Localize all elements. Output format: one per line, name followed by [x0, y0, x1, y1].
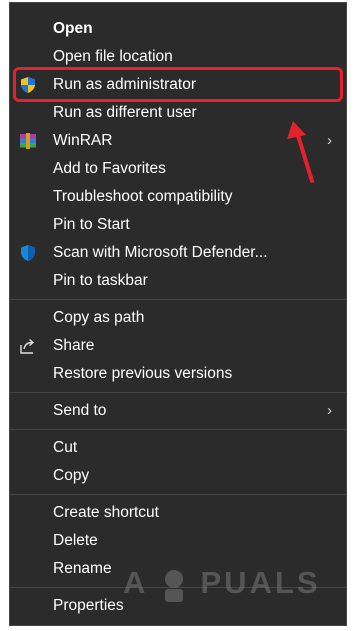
menu-item-label: WinRAR	[53, 132, 113, 149]
menu-item-label: Copy	[53, 467, 90, 484]
red-arrow-annotation	[287, 121, 314, 183]
menu-item-open[interactable]: Open	[10, 15, 346, 43]
menu-item-label: Open file location	[53, 48, 173, 65]
chevron-right-icon: ›	[327, 132, 332, 149]
menu-item-copy[interactable]: Copy	[10, 462, 346, 490]
menu-separator	[10, 392, 346, 393]
menu-separator	[10, 494, 346, 495]
menu-item-label: Copy as path	[53, 309, 145, 326]
menu-item-pin-to-start[interactable]: Pin to Start	[10, 211, 346, 239]
menu-item-label: Create shortcut	[53, 504, 159, 521]
chevron-right-icon: ›	[327, 402, 332, 419]
defender-shield-icon	[21, 245, 35, 261]
menu-item-label: Troubleshoot compatibility	[53, 188, 233, 205]
menu-separator	[10, 299, 346, 300]
menu-item-label: Add to Favorites	[53, 160, 166, 177]
menu-separator	[10, 429, 346, 430]
menu-item-label: Pin to Start	[53, 216, 130, 233]
menu-item-send-to[interactable]: Send to ›	[10, 397, 346, 425]
watermark: A PUALS	[123, 560, 353, 606]
menu-item-label: Properties	[53, 597, 124, 614]
menu-item-label: Send to	[53, 402, 107, 419]
share-icon	[20, 338, 35, 354]
menu-item-cut[interactable]: Cut	[10, 434, 346, 462]
menu-item-label: Run as different user	[53, 104, 197, 121]
menu-item-label: Restore previous versions	[53, 365, 233, 382]
menu-item-pin-to-taskbar[interactable]: Pin to taskbar	[10, 267, 346, 295]
menu-item-label: Pin to taskbar	[53, 272, 148, 289]
context-menu: Open Open file location Run as administr…	[9, 2, 347, 626]
menu-item-share[interactable]: Share	[10, 332, 346, 360]
menu-item-delete[interactable]: Delete	[10, 527, 346, 555]
menu-item-restore-previous-versions[interactable]: Restore previous versions	[10, 360, 346, 388]
menu-item-label: Delete	[53, 532, 98, 549]
menu-item-copy-as-path[interactable]: Copy as path	[10, 304, 346, 332]
menu-item-label: Share	[53, 337, 95, 354]
menu-item-label: Cut	[53, 439, 78, 456]
menu-item-label: Scan with Microsoft Defender...	[53, 244, 268, 261]
menu-item-scan-with-defender[interactable]: Scan with Microsoft Defender...	[10, 239, 346, 267]
highlight-box	[13, 67, 343, 102]
menu-item-label: Open	[53, 20, 93, 37]
menu-item-label: Rename	[53, 560, 112, 577]
menu-item-create-shortcut[interactable]: Create shortcut	[10, 499, 346, 527]
winrar-icon	[20, 133, 36, 149]
appuals-mascot-icon	[164, 569, 183, 602]
watermark-text-right: PUALS	[200, 565, 321, 600]
watermark-text-left: A	[123, 565, 148, 600]
